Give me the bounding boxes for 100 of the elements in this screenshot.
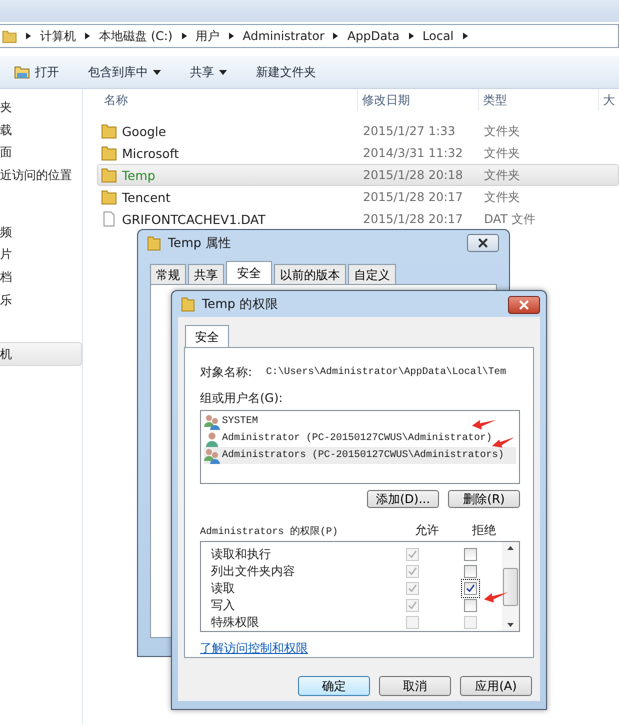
caret-icon [219,70,227,74]
toolbar-button[interactable]: 打开 [14,64,68,80]
dialog-button[interactable]: 添加(D)... [367,490,439,508]
user-item[interactable]: SYSTEM [204,413,516,430]
tab[interactable]: 以前的版本 [274,264,346,284]
modified-date: 2015/1/28 20:17 [362,190,464,204]
sidebar-item[interactable]: 片 [0,243,82,266]
pointer-arrow [484,591,508,603]
folder-icon [101,189,117,205]
sidebar-item[interactable]: 乐 [0,288,82,312]
dialog-button[interactable]: 删除(R) [448,490,520,508]
permission-name: 特殊权限 [211,614,260,631]
caret-icon [153,70,161,74]
folder-icon [101,167,117,183]
users-list[interactable]: SYSTEM Administrator (PC-20150127CWUS\Administrator) Administrators (PC-20150127CWUS\Administrators) [200,410,520,484]
permissions-label: Administrators 的权限(P) [200,524,340,538]
user-item[interactable]: Administrators (PC-20150127CWUS\Administrators) [204,447,516,464]
tab[interactable]: 安全 [185,325,229,347]
modified-date: 2014/3/31 11:32 [362,146,464,160]
address-bar[interactable]: 计算机 本地磁盘 (C:) 用户 Administrator AppData Local [0,24,619,48]
object-name-label: 对象名称: [200,364,252,381]
file-name: Tencent [122,190,171,204]
file-row[interactable]: Temp 2015/1/28 20:18 文件夹 [97,164,619,186]
scroll-up-icon[interactable] [507,546,514,550]
column-header[interactable]: 大 [599,89,619,111]
deny-header: 拒绝 [471,522,497,539]
toolbar-button[interactable]: 新建文件夹 [256,64,325,80]
dialog-button[interactable]: 取消 [379,676,451,696]
object-name-value: C:\Users\Administrator\AppData\Local\Tem [266,367,506,378]
dialog-title: Temp 的权限 [202,296,278,312]
modified-date: 2015/1/27 1:33 [362,124,456,138]
pointer-arrow [472,418,496,430]
tab[interactable]: 共享 [188,264,224,284]
breadcrumb[interactable]: Administrator [242,29,324,43]
users-icon [204,414,220,430]
chevron-icon[interactable] [408,32,414,40]
breadcrumb[interactable]: AppData [347,29,400,43]
user-name: Administrators (PC-20150127CWUS\Administrators) [222,450,504,461]
file-row[interactable]: Tencent 2015/1/28 20:17 文件夹 [97,186,619,208]
scrollbar[interactable] [502,542,519,631]
file-type: 文件夹 [483,144,521,162]
close-icon [478,238,488,248]
breadcrumb[interactable]: 计算机 [40,28,76,44]
users-icon [204,448,220,464]
column-header[interactable]: 修改日期 [358,89,479,111]
chevron-icon[interactable] [26,32,31,40]
close-button[interactable] [467,234,499,252]
permission-name: 写入 [211,597,236,614]
modified-date: 2015/1/28 20:18 [362,168,464,182]
file-name: Temp [122,168,156,182]
permission-name: 列出文件夹内容 [211,563,296,580]
chevron-icon[interactable] [333,32,338,40]
column-header[interactable]: 类型 [479,89,599,111]
sidebar-item[interactable]: 频 [0,220,82,244]
sidebar-item[interactable]: 面 [0,141,82,164]
toolbar-button[interactable]: 包含到库中 [88,64,170,80]
folder-icon [101,145,117,161]
tab[interactable]: 常规 [150,264,186,284]
user-name: SYSTEM [222,416,258,427]
sidebar-item[interactable]: 档 [0,266,82,289]
sidebar-item[interactable]: 载 [0,118,82,142]
file-name: Microsoft [122,146,179,160]
user-icon [204,430,220,446]
folder-icon [14,64,30,80]
close-button[interactable] [508,296,540,314]
chevron-icon[interactable] [228,32,234,40]
toolbar-button[interactable]: 共享 [190,64,236,80]
breadcrumb[interactable]: Local [422,29,454,43]
file-type: DAT 文件 [483,210,536,228]
file-type: 文件夹 [483,188,521,206]
users-label: 组或用户名(G): [200,390,284,407]
dialog-button[interactable]: 确定 [298,676,370,696]
permission-name: 读取 [211,580,236,597]
dialog-button[interactable]: 应用(A) [460,676,532,696]
pointer-arrow [492,436,516,448]
allow-header: 允许 [414,522,440,539]
tab[interactable]: 自定义 [348,264,396,284]
file-name: Google [122,124,166,138]
sidebar-item[interactable]: 夹 [0,96,82,119]
file-row[interactable]: Microsoft 2014/3/31 11:32 文件夹 [97,142,619,164]
checkbox[interactable] [464,548,476,561]
folder-icon [146,235,162,251]
checkbox[interactable] [464,565,476,578]
scroll-down-icon[interactable] [507,623,514,627]
sidebar-item[interactable]: 机 [0,342,82,366]
sidebar-item[interactable]: 近访问的位置 [0,164,82,187]
tab[interactable]: 安全 [226,261,272,284]
file-row[interactable]: Google 2015/1/27 1:33 文件夹 [97,120,619,142]
chevron-icon[interactable] [85,32,90,40]
folder-icon [2,28,17,44]
checkbox[interactable] [464,599,476,612]
breadcrumb[interactable]: 用户 [196,28,220,44]
chevron-icon[interactable] [462,32,468,40]
help-link[interactable]: 了解访问控制和权限 [200,640,308,657]
dialog-title: Temp 属性 [168,234,232,252]
file-icon [101,211,117,227]
column-header[interactable]: 名称 [100,89,358,111]
chevron-icon[interactable] [182,32,187,40]
file-row[interactable]: GRIFONTCACHEV1.DAT 2015/1/28 20:17 DAT 文件 [97,208,619,230]
breadcrumb[interactable]: 本地磁盘 (C:) [99,28,173,44]
